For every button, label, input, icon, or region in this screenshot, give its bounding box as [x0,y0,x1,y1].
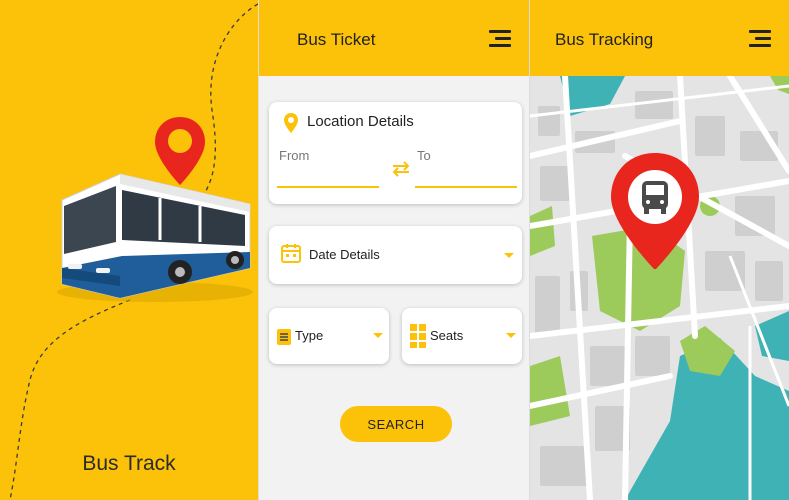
bus-location-marker-icon[interactable] [606,150,704,276]
menu-icon[interactable] [749,30,771,48]
seats-label: Seats [430,328,464,343]
type-icon [277,329,291,345]
from-field[interactable]: From [277,144,381,190]
chevron-down-icon [506,333,516,338]
seats-dropdown[interactable]: Seats [402,308,522,364]
page-title: Bus Ticket [297,30,376,49]
city-map[interactable] [530,76,789,500]
bus-ticket-screen: Bus Ticket Location Details From To Date… [258,0,530,500]
to-underline [415,186,517,188]
app-bar: Bus Ticket [259,0,529,76]
to-label: To [417,148,431,163]
menu-icon[interactable] [489,30,511,48]
search-button[interactable]: SEARCH [340,406,452,442]
from-underline [277,186,379,188]
page-title: Bus Tracking [555,30,654,49]
date-details-label: Date Details [309,247,380,262]
bus-illustration [57,173,253,302]
date-details-dropdown[interactable]: Date Details [269,226,522,284]
calendar-icon [281,244,301,263]
location-details-heading: Location Details [307,113,414,130]
splash-screen: Bus Track [0,0,258,500]
type-label: Type [295,328,324,343]
bus-tracking-screen: Bus Tracking [530,0,789,500]
brand-name: Bus Track [82,452,176,475]
app-bar: Bus Tracking [530,0,789,76]
type-dropdown[interactable]: Type [269,308,389,364]
swap-arrows-icon[interactable] [390,160,412,178]
location-pin-icon [284,113,298,133]
chevron-down-icon [373,333,383,338]
from-label: From [279,148,310,163]
location-details-card: Location Details From To [269,102,522,204]
to-field[interactable]: To [415,144,519,190]
chevron-down-icon [504,253,514,258]
seats-grid-icon [410,324,426,348]
